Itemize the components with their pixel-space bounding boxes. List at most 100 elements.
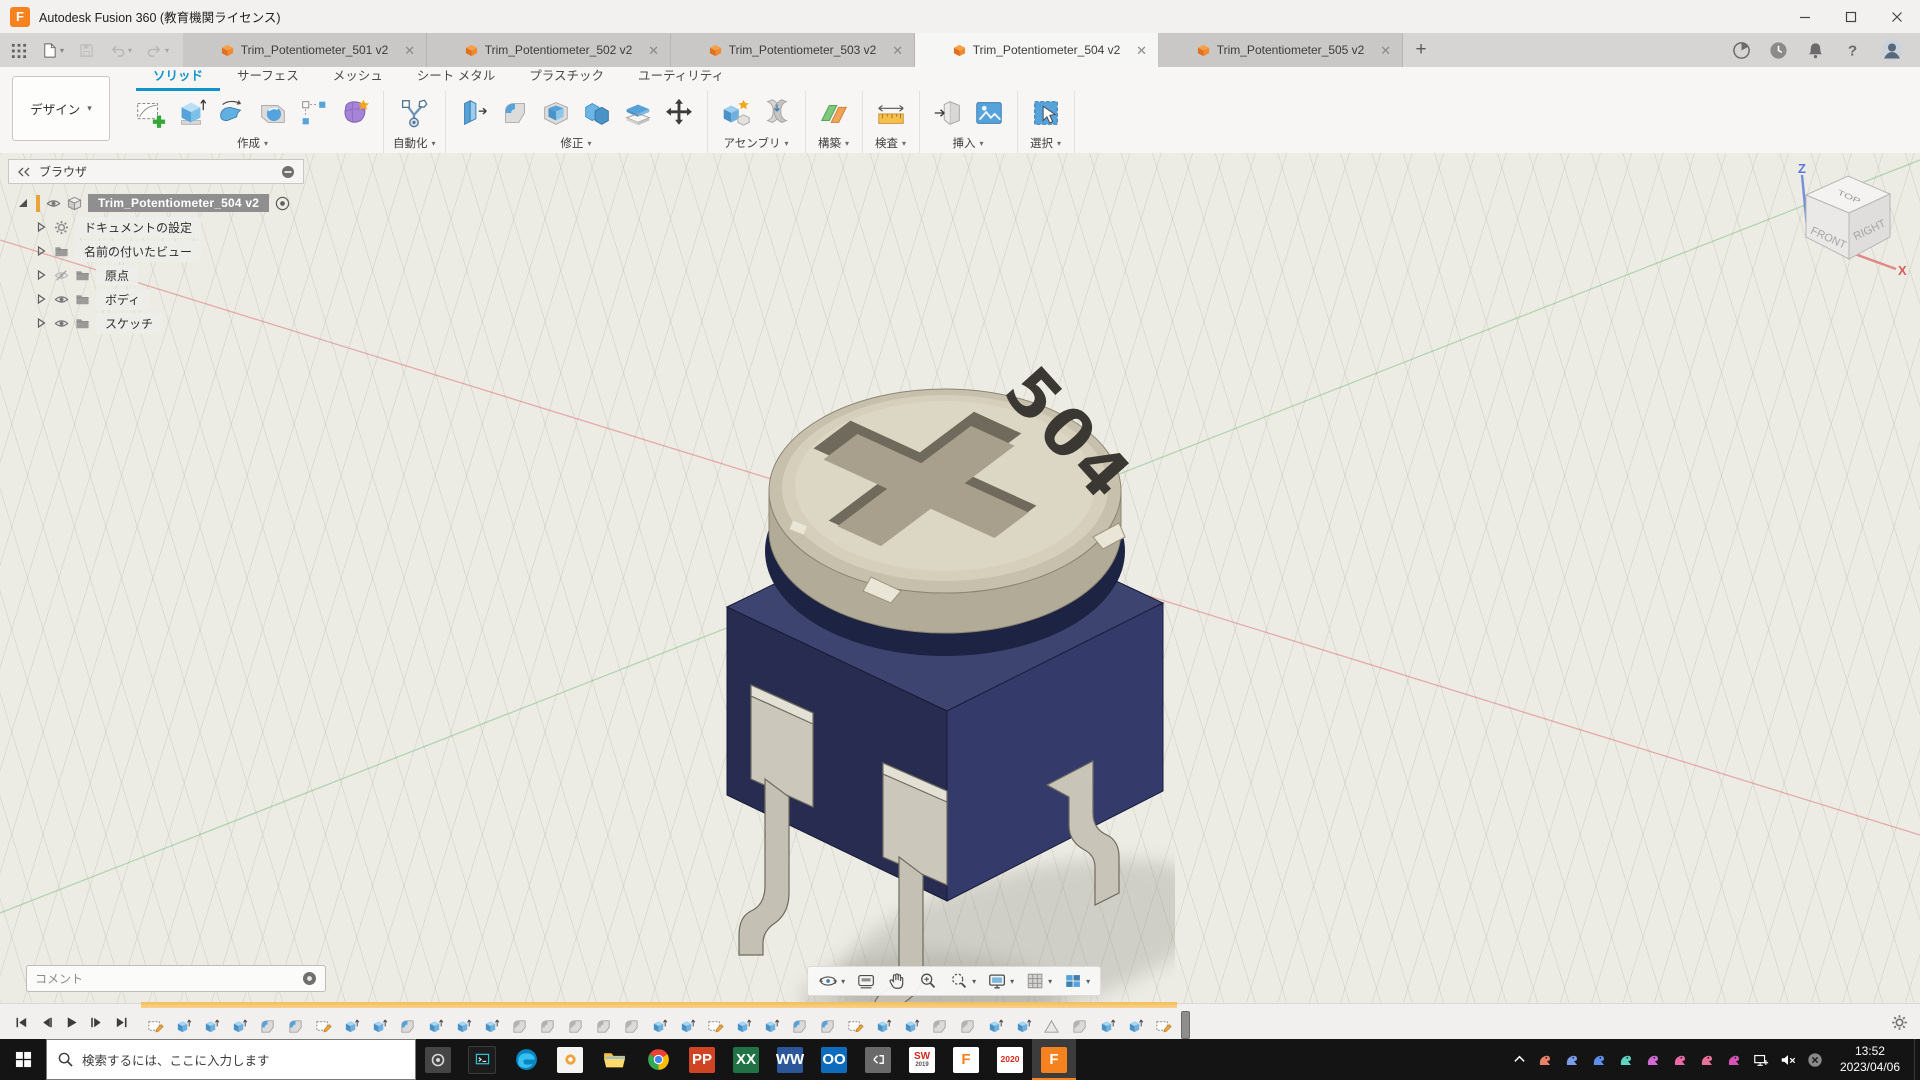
- joint-button[interactable]: [758, 94, 796, 132]
- browser-root-row[interactable]: Trim_Potentiometer_504 v2: [8, 191, 304, 215]
- browser-item-4[interactable]: ボディ: [8, 287, 304, 311]
- tray-app-icon-5[interactable]: [1645, 1052, 1661, 1068]
- app-2020-taskbar-button[interactable]: 2020: [988, 1039, 1032, 1080]
- file-new-button[interactable]: ▾: [41, 42, 64, 59]
- fusion-active-taskbar-button[interactable]: F: [1032, 1039, 1076, 1080]
- tree-expanded-icon[interactable]: [16, 198, 30, 208]
- redo-button[interactable]: ▾: [146, 42, 169, 59]
- browser-item-5[interactable]: スケッチ: [8, 311, 304, 335]
- undo-button[interactable]: ▾: [109, 42, 132, 59]
- word-taskbar-button[interactable]: WW: [768, 1039, 812, 1080]
- document-tab-5[interactable]: Trim_Potentiometer_505 v2✕: [1159, 33, 1403, 67]
- job-status-button[interactable]: [1769, 41, 1788, 60]
- fit-button[interactable]: ▾: [947, 969, 978, 993]
- zoom-button[interactable]: [916, 969, 940, 993]
- fillet-button[interactable]: [496, 94, 534, 132]
- ribbon-group-menu-挿入[interactable]: 挿入▾: [953, 134, 984, 154]
- potentiometer-model[interactable]: 504: [695, 345, 1175, 1003]
- show-hidden-icons-button[interactable]: [1513, 1053, 1526, 1066]
- hole-button[interactable]: [254, 94, 292, 132]
- explorer-taskbar-button[interactable]: [592, 1039, 636, 1080]
- powerpoint-taskbar-button[interactable]: PP: [680, 1039, 724, 1080]
- chrome-taskbar-button[interactable]: [636, 1039, 680, 1080]
- avatar-button[interactable]: [1880, 38, 1904, 62]
- ribbon-group-menu-検査[interactable]: 検査▾: [875, 134, 906, 154]
- excel-taskbar-button[interactable]: XX: [724, 1039, 768, 1080]
- timeline-settings[interactable]: [1891, 1014, 1920, 1031]
- document-tab-4[interactable]: Trim_Potentiometer_504 v2✕: [915, 33, 1159, 67]
- close-tab-icon[interactable]: ✕: [892, 44, 903, 57]
- construct-plane-button[interactable]: [815, 94, 853, 132]
- pan-button[interactable]: [885, 969, 909, 993]
- press-pull-button[interactable]: [455, 94, 493, 132]
- tree-collapsed-icon[interactable]: [34, 318, 48, 328]
- visibility-icon[interactable]: [54, 268, 69, 283]
- volume-muted-icon[interactable]: [1780, 1052, 1796, 1068]
- ribbon-tab-ユーティリティ[interactable]: ユーティリティ: [621, 65, 741, 91]
- tray-app-icon-6[interactable]: [1672, 1052, 1688, 1068]
- combine-button[interactable]: [578, 94, 616, 132]
- ribbon-group-menu-修正[interactable]: 修正▾: [561, 134, 592, 154]
- skip-end-button[interactable]: [110, 1011, 132, 1033]
- start-button[interactable]: [0, 1039, 46, 1080]
- ribbon-group-menu-アセンブリ[interactable]: アセンブリ▾: [724, 134, 789, 154]
- comment-input[interactable]: コメント: [26, 965, 326, 992]
- orbit-button[interactable]: ▾: [816, 969, 847, 993]
- browser-root-label[interactable]: Trim_Potentiometer_504 v2: [88, 194, 269, 212]
- tray-app-icon-2[interactable]: [1564, 1052, 1580, 1068]
- browser-header[interactable]: ブラウザ: [8, 159, 304, 184]
- revolve-button[interactable]: [213, 94, 251, 132]
- measure-button[interactable]: [872, 94, 910, 132]
- extensions-button[interactable]: [1732, 41, 1751, 60]
- close-tab-icon[interactable]: ✕: [648, 44, 659, 57]
- activate-component-icon[interactable]: [275, 196, 290, 211]
- browser-item-3[interactable]: 原点: [8, 263, 304, 287]
- tray-app-icon-4[interactable]: [1618, 1052, 1634, 1068]
- step-forward-button[interactable]: [85, 1011, 107, 1033]
- fusion-taskbar-button[interactable]: F: [944, 1039, 988, 1080]
- ribbon-tab-サーフェス[interactable]: サーフェス: [220, 65, 316, 91]
- insert-derive-button[interactable]: [929, 94, 967, 132]
- visibility-icon[interactable]: [54, 316, 69, 331]
- viewports-button[interactable]: ▾: [1061, 969, 1092, 993]
- ribbon-group-menu-構築[interactable]: 構築▾: [818, 134, 849, 154]
- ribbon-group-menu-選択[interactable]: 選択▾: [1030, 134, 1061, 154]
- modeling-viewport[interactable]: 504 ブラウザ Trim_Potentiometer_504 v2 ドキュメント…: [0, 153, 1920, 1003]
- document-tab-1[interactable]: Trim_Potentiometer_501 v2✕: [183, 33, 427, 67]
- tray-app-icon-1[interactable]: [1537, 1052, 1553, 1068]
- close-tab-icon[interactable]: ✕: [1136, 44, 1147, 57]
- outlook-taskbar-button[interactable]: OO: [812, 1039, 856, 1080]
- tree-collapsed-icon[interactable]: [34, 246, 48, 256]
- offset-face-button[interactable]: [619, 94, 657, 132]
- visibility-icon[interactable]: [46, 196, 61, 211]
- comment-marker-icon[interactable]: [302, 971, 317, 986]
- tray-app-icon-3[interactable]: [1591, 1052, 1607, 1068]
- display-settings-button[interactable]: ▾: [985, 969, 1016, 993]
- browser-item-1[interactable]: ドキュメントの設定: [8, 215, 304, 239]
- minimize-button[interactable]: [1782, 0, 1828, 33]
- document-tab-2[interactable]: Trim_Potentiometer_502 v2✕: [427, 33, 671, 67]
- shell-button[interactable]: [537, 94, 575, 132]
- look-at-button[interactable]: [854, 969, 878, 993]
- tree-collapsed-icon[interactable]: [34, 270, 48, 280]
- new-tab-button[interactable]: +: [1403, 33, 1439, 67]
- play-button[interactable]: [60, 1011, 82, 1033]
- ribbon-tab-メッシュ[interactable]: メッシュ: [316, 65, 400, 91]
- status-icon[interactable]: [1807, 1052, 1823, 1068]
- ribbon-tab-シート メタル[interactable]: シート メタル: [400, 65, 512, 91]
- maximize-button[interactable]: [1828, 0, 1874, 33]
- timeline-position-handle[interactable]: [1181, 1011, 1190, 1039]
- tray-app-icon-7[interactable]: [1699, 1052, 1715, 1068]
- close-tab-icon[interactable]: ✕: [404, 44, 415, 57]
- taskbar-search[interactable]: 検索するには、ここに入力します: [46, 1039, 416, 1080]
- extrude-button[interactable]: [172, 94, 210, 132]
- new-component-button[interactable]: [717, 94, 755, 132]
- close-tab-icon[interactable]: ✕: [1380, 44, 1391, 57]
- collapse-panel-icon[interactable]: [17, 167, 31, 177]
- network-icon[interactable]: [1753, 1052, 1769, 1068]
- ribbon-group-menu-自動化[interactable]: 自動化▾: [393, 134, 436, 154]
- app-dark-taskbar-button[interactable]: [416, 1039, 460, 1080]
- insert-canvas-button[interactable]: [970, 94, 1008, 132]
- solidworks-taskbar-button[interactable]: SW2019: [900, 1039, 944, 1080]
- create-sketch-button[interactable]: [131, 94, 169, 132]
